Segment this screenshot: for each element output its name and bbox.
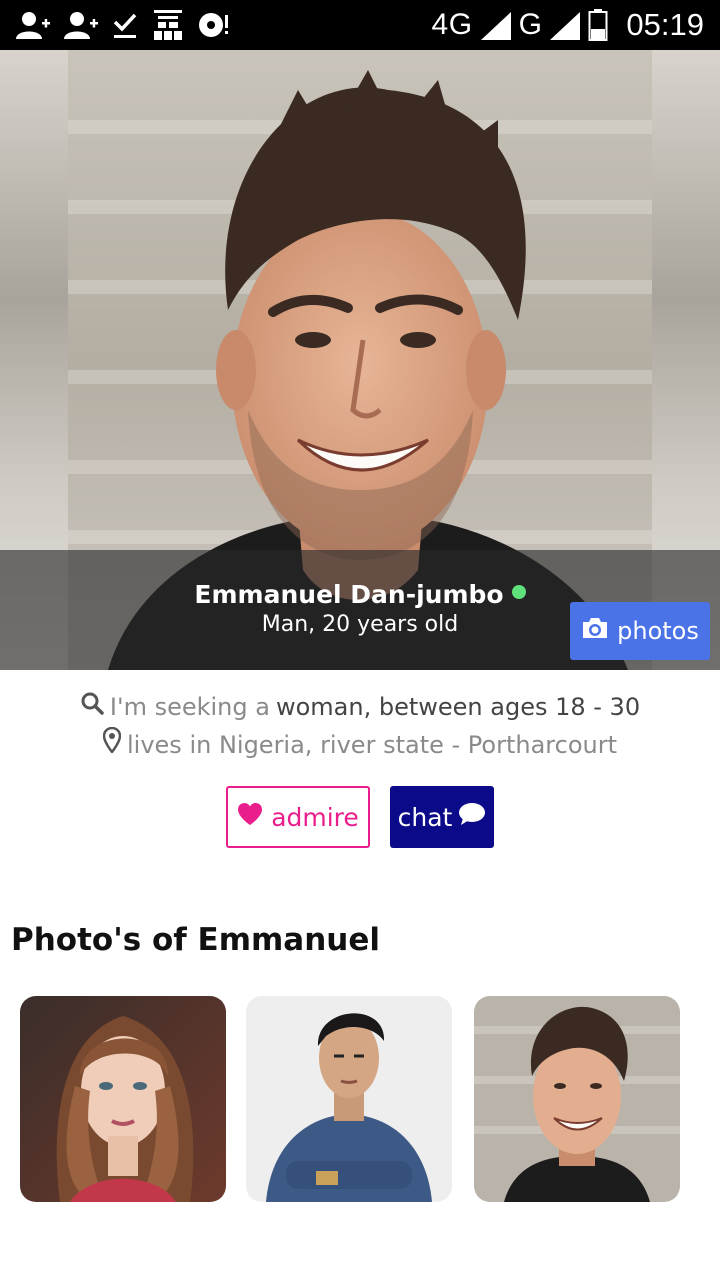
map-marker-icon (102, 726, 122, 764)
gallery-title: Photo's of Emmanuel (11, 922, 381, 958)
seeking-prefix: I'm seeking a (109, 693, 270, 721)
heart-icon (237, 802, 263, 832)
online-status-dot (511, 585, 526, 599)
admire-button-label: admire (271, 802, 359, 832)
gallery-thumb-man-denim[interactable] (246, 996, 452, 1202)
signal-icon (548, 10, 582, 40)
admire-button[interactable]: admire (226, 786, 370, 848)
network-type-label: 4G (431, 8, 473, 41)
location-text: lives in Nigeria, river state - Portharc… (127, 731, 617, 759)
clock: 05:19 (626, 7, 704, 42)
photos-button-label: photos (617, 617, 699, 645)
photo-gallery (20, 996, 700, 1202)
news-icon (152, 10, 184, 40)
status-bar: 4G G 05:19 (0, 0, 720, 50)
profile-name: Emmanuel Dan-jumbo (194, 580, 504, 609)
photos-button[interactable]: photos (570, 602, 710, 660)
download-done-icon (112, 10, 138, 40)
camera-icon (581, 616, 609, 646)
search-icon (80, 688, 104, 726)
add-person-icon (16, 10, 50, 40)
signal-icon (479, 10, 513, 40)
speech-bubble-icon (458, 802, 486, 832)
profile-info: I'm seeking a woman, between ages 18 - 3… (0, 688, 720, 764)
add-person-icon (64, 10, 98, 40)
seeking-line: I'm seeking a woman, between ages 18 - 3… (0, 688, 720, 726)
carrier-label: G (518, 8, 543, 41)
seeking-value: woman, between ages 18 - 30 (275, 693, 641, 721)
profile-hero: Emmanuel Dan-jumbo Man, 20 years old pho… (0, 50, 720, 670)
battery-icon (588, 9, 608, 41)
gallery-thumb-woman[interactable] (20, 996, 226, 1202)
location-line: lives in Nigeria, river state - Portharc… (0, 726, 720, 764)
disc-alert-icon (198, 10, 230, 40)
chat-button[interactable]: chat (390, 786, 494, 848)
gallery-thumb-emmanuel[interactable] (474, 996, 680, 1202)
chat-button-label: chat (397, 802, 453, 832)
profile-actions: admire chat (0, 786, 720, 848)
